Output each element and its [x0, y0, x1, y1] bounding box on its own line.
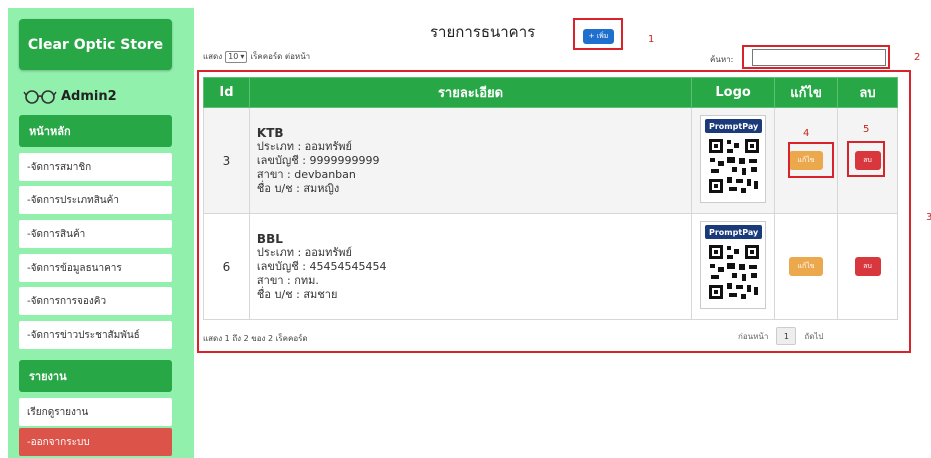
logout-button[interactable]: -ออกจากระบบ: [19, 428, 172, 456]
menu-manage-members[interactable]: -จัดการสมาชิก: [19, 153, 172, 181]
glasses-icon: [23, 90, 57, 104]
menu-manage-products[interactable]: -จัดการสินค้า: [19, 220, 172, 248]
page: Clear Optic Store Admin2 หน้าหลัก -จัดกา…: [0, 0, 931, 458]
username: Admin2: [61, 88, 117, 104]
annotation-1: 1: [648, 34, 655, 45]
highlight-delete: [847, 141, 885, 177]
annotation-2: 2: [914, 52, 921, 63]
annotation-3: 3: [926, 212, 931, 223]
length-control: แสดง 10 ▾ เร็คคอร์ด ต่อหน้า: [203, 50, 310, 63]
length-value: 10: [228, 52, 239, 61]
menu-manage-bank[interactable]: -จัดการข้อมูลธนาคาร: [19, 254, 172, 282]
section-report[interactable]: รายงาน: [19, 360, 172, 392]
highlight-add: [573, 18, 623, 50]
length-prefix: แสดง: [203, 52, 223, 61]
highlight-search: [742, 45, 890, 69]
menu-manage-news[interactable]: -จัดการข่าวประชาสัมพันธ์: [19, 321, 172, 349]
length-suffix: เร็คคอร์ด ต่อหน้า: [250, 52, 311, 61]
user-info: Admin2: [23, 85, 117, 107]
search-label: ค้นหา:: [710, 55, 734, 64]
chevron-down-icon: ▾: [240, 52, 245, 61]
page-title: รายการธนาคาร: [430, 23, 536, 41]
menu-manage-queue[interactable]: -จัดการการจองคิว: [19, 287, 172, 315]
section-main[interactable]: หน้าหลัก: [19, 115, 172, 147]
annotation-4: 4: [803, 128, 810, 139]
highlight-edit: [788, 142, 834, 178]
menu-manage-product-types[interactable]: -จัดการประเภทสินค้า: [19, 186, 172, 214]
menu-view-report[interactable]: เรียกดูรายงาน: [19, 398, 172, 426]
sidebar: Clear Optic Store Admin2 หน้าหลัก -จัดกา…: [8, 8, 194, 458]
store-brand-button[interactable]: Clear Optic Store: [19, 19, 172, 70]
annotation-5: 5: [863, 124, 870, 135]
length-select[interactable]: 10 ▾: [225, 50, 248, 63]
highlight-table: [197, 70, 911, 353]
